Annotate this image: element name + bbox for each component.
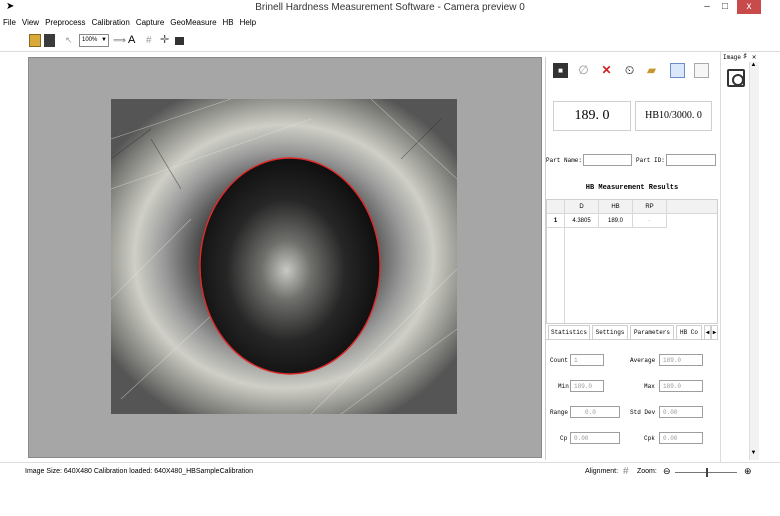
close-icon[interactable]: ✕ bbox=[752, 53, 756, 62]
zoom-select-value: 100% bbox=[82, 37, 98, 43]
menu-view[interactable]: View bbox=[19, 16, 42, 27]
part-id-input[interactable] bbox=[666, 154, 716, 166]
capture-icon[interactable]: ■ bbox=[553, 63, 568, 78]
line-tool-icon[interactable]: ⟹ bbox=[113, 34, 126, 47]
col-header-empty bbox=[667, 200, 717, 214]
hb-scale-display: HB10/3000. 0 bbox=[635, 101, 712, 131]
tab-settings[interactable]: Settings bbox=[592, 325, 628, 339]
crosshair-icon[interactable]: ✛ bbox=[160, 34, 170, 47]
stddev-field[interactable]: 0.00 bbox=[659, 406, 703, 418]
window-title: Brinell Hardness Measurement Software - … bbox=[255, 2, 525, 13]
col-header-d[interactable]: D bbox=[565, 200, 599, 214]
lens-icon bbox=[732, 74, 744, 86]
cpk-field[interactable]: 0.00 bbox=[659, 432, 703, 444]
max-label: Max bbox=[644, 383, 655, 390]
pin-icon[interactable]: ♯ bbox=[743, 53, 747, 61]
indentation-photo[interactable] bbox=[111, 99, 457, 414]
hb-value-display: 189. 0 bbox=[553, 101, 631, 131]
part-name-label: Part Name: bbox=[546, 157, 583, 164]
toolbar: ↖ 100% ▼ ⟹ A # ✛ bbox=[0, 31, 780, 52]
part-id-label: Part ID: bbox=[636, 157, 665, 164]
zoom-in-icon[interactable]: ⊕ bbox=[744, 466, 752, 477]
tab-parameters[interactable]: Parameters bbox=[630, 325, 674, 339]
range-label: Range bbox=[550, 409, 569, 416]
cpk-label: Cpk bbox=[644, 435, 655, 442]
col-header-rp[interactable]: RP bbox=[633, 200, 667, 214]
table-cell-rp[interactable]: - bbox=[633, 214, 667, 228]
menu-file[interactable]: File bbox=[0, 16, 19, 27]
sidebar-scrollbar[interactable] bbox=[749, 62, 759, 460]
menu-help[interactable]: Help bbox=[237, 16, 259, 27]
results-table[interactable]: D HB RP 1 4.3805 189.0 - bbox=[546, 199, 718, 324]
menu-bar: File View Preprocess Calibration Capture GeoM… bbox=[0, 16, 780, 30]
alignment-label: Alignment: bbox=[585, 468, 619, 475]
tab-scroll-right[interactable]: ▶ bbox=[711, 325, 718, 339]
pointer-icon[interactable]: ↖ bbox=[65, 34, 75, 47]
menu-geomeasure[interactable]: GeoMeasure bbox=[167, 16, 219, 27]
indent-outline[interactable] bbox=[111, 99, 457, 414]
status-text: Image Size: 640X480 Calibration loaded: … bbox=[25, 468, 254, 475]
table-cell-d[interactable]: 4.3805 bbox=[565, 214, 599, 228]
image-sidebar: Image ♯ ✕ ▲ ▼ bbox=[720, 52, 761, 462]
scroll-up-arrow[interactable]: ▲ bbox=[749, 62, 758, 71]
row-header-corner bbox=[547, 200, 565, 214]
count-field[interactable]: 1 bbox=[570, 354, 604, 366]
clear-icon[interactable]: ∅ bbox=[576, 63, 591, 78]
text-tool-button[interactable]: A bbox=[128, 34, 138, 47]
table-cell-hb[interactable]: 189.0 bbox=[599, 214, 633, 228]
panel-tabs: Statistics Settings Parameters HB Co ◀ ▶ bbox=[546, 325, 718, 339]
close-button[interactable]: x bbox=[737, 0, 761, 14]
alignment-grid-icon[interactable]: # bbox=[623, 466, 629, 477]
menu-capture[interactable]: Capture bbox=[133, 16, 167, 27]
save-icon[interactable] bbox=[44, 34, 55, 47]
grid-icon[interactable]: # bbox=[146, 34, 156, 47]
zoom-slider-thumb[interactable] bbox=[706, 468, 708, 477]
export-icon[interactable] bbox=[694, 63, 709, 78]
image-sidebar-title: Image bbox=[723, 54, 742, 61]
average-label: Average bbox=[630, 357, 656, 364]
report-icon[interactable] bbox=[670, 63, 685, 78]
cp-label: Cp bbox=[560, 435, 568, 442]
maximize-button[interactable]: □ bbox=[718, 0, 732, 14]
menu-preprocess[interactable]: Preprocess bbox=[42, 16, 88, 27]
menu-calibration[interactable]: Calibration bbox=[89, 16, 133, 27]
tab-hb-conversion[interactable]: HB Co bbox=[676, 325, 702, 339]
open-icon[interactable]: ▰ bbox=[644, 63, 659, 78]
stddev-label: Std Dev bbox=[630, 409, 656, 416]
title-bar: ➤ Brinell Hardness Measurement Software … bbox=[0, 0, 780, 16]
statistics-pane: Count 1 Average 189.0 Min 189.0 Max 189.… bbox=[546, 339, 718, 458]
zoom-label: Zoom: bbox=[637, 468, 657, 475]
min-label: Min bbox=[558, 383, 569, 390]
part-name-input[interactable] bbox=[583, 154, 632, 166]
timer-icon[interactable]: ⏲ bbox=[622, 63, 637, 78]
minimize-button[interactable]: – bbox=[700, 0, 714, 14]
zoom-out-icon[interactable]: ⊖ bbox=[663, 466, 671, 477]
menu-hb[interactable]: HB bbox=[220, 16, 237, 27]
status-bar: Image Size: 640X480 Calibration loaded: … bbox=[0, 462, 780, 481]
zoom-select[interactable]: 100% ▼ bbox=[79, 34, 109, 47]
max-field[interactable]: 189.0 bbox=[659, 380, 703, 392]
grid-side-border bbox=[564, 228, 565, 323]
camera-icon[interactable] bbox=[175, 37, 184, 45]
open-folder-icon[interactable] bbox=[29, 34, 41, 47]
image-canvas[interactable] bbox=[28, 57, 542, 458]
measurement-panel: ■ ∅ ✕ ⏲ ▰ 189. 0 HB10/3000. 0 Part Name:… bbox=[545, 57, 718, 460]
average-field[interactable]: 189.0 bbox=[659, 354, 703, 366]
tab-statistics[interactable]: Statistics bbox=[548, 325, 590, 339]
camera-thumbnail-icon[interactable] bbox=[727, 69, 745, 87]
count-label: Count bbox=[550, 357, 569, 364]
cp-field[interactable]: 0.00 bbox=[570, 432, 620, 444]
table-row-index: 1 bbox=[547, 214, 565, 228]
chevron-down-icon: ▼ bbox=[101, 37, 107, 43]
range-field[interactable]: 0.0 bbox=[570, 406, 620, 418]
tab-scroll-left[interactable]: ◀ bbox=[704, 325, 711, 339]
scroll-down-arrow[interactable]: ▼ bbox=[749, 450, 758, 459]
col-header-hb[interactable]: HB bbox=[599, 200, 633, 214]
results-title: HB Measurement Results bbox=[585, 184, 679, 192]
delete-icon[interactable]: ✕ bbox=[599, 63, 614, 78]
min-field[interactable]: 189.0 bbox=[570, 380, 604, 392]
